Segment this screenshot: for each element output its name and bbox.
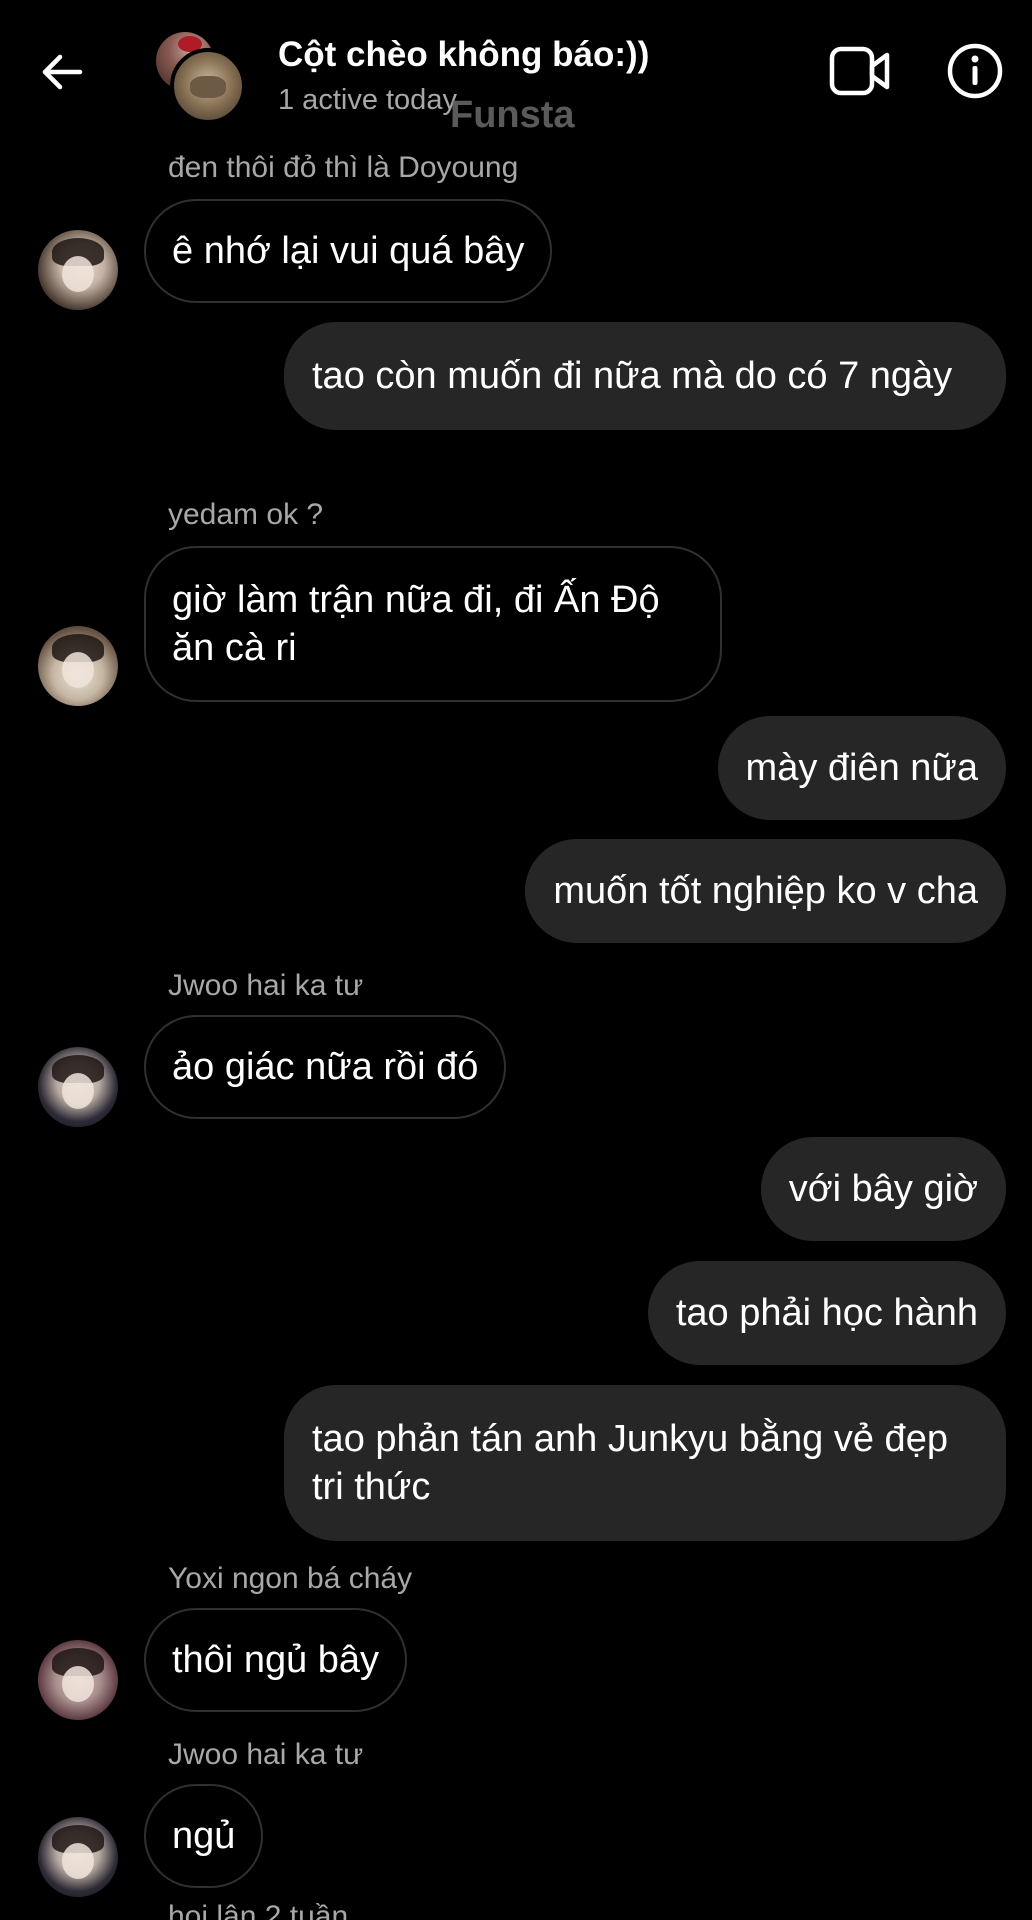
avatar[interactable] xyxy=(38,1047,118,1127)
active-status: 1 active today xyxy=(278,84,457,116)
message-bubble-incoming[interactable]: ngủ xyxy=(144,1784,264,1888)
info-icon xyxy=(947,43,1003,99)
avatar[interactable] xyxy=(38,230,118,310)
video-call-button[interactable] xyxy=(826,40,894,102)
chat-header: Cột chèo không báo:)) 1 active today Fun… xyxy=(0,0,1032,140)
avatar[interactable] xyxy=(38,1817,118,1897)
message-bubble-incoming[interactable]: ê nhớ lại vui quá bây xyxy=(144,199,553,303)
arrow-left-icon xyxy=(42,54,83,90)
sender-name: Yoxi ngon bá cháy xyxy=(168,1562,413,1595)
chat-title[interactable]: Cột chèo không báo:)) xyxy=(278,35,649,75)
message-bubble-outgoing[interactable]: tao phải học hành xyxy=(647,1261,1006,1365)
sender-name: yedam ok ? xyxy=(168,498,324,531)
back-button[interactable] xyxy=(30,40,94,104)
message-bubble-outgoing[interactable]: với bây giờ xyxy=(760,1137,1006,1241)
message-bubble-incoming[interactable]: thôi ngủ bây xyxy=(144,1608,408,1712)
message-bubble-outgoing[interactable]: tao còn muốn đi nữa mà do có 7 ngày xyxy=(284,322,1006,430)
avatar[interactable] xyxy=(38,1640,118,1720)
info-button[interactable] xyxy=(944,40,1006,102)
sender-name-partial: hoi lận 2 tuần xyxy=(168,1900,349,1920)
message-bubble-incoming[interactable]: ảo giác nữa rồi đó xyxy=(144,1015,507,1119)
watermark-label: Funsta xyxy=(450,94,575,136)
message-bubble-outgoing[interactable]: muốn tốt nghiệp ko v cha xyxy=(525,839,1006,943)
sender-name: Jwoo hai ka tư xyxy=(168,969,364,1002)
message-bubble-outgoing[interactable]: tao phản tán anh Junkyu bằng vẻ đẹp tri … xyxy=(284,1385,1006,1541)
sender-name: Jwoo hai ka tư xyxy=(168,1738,364,1771)
group-avatar[interactable] xyxy=(156,32,246,124)
message-bubble-incoming[interactable]: giờ làm trận nữa đi, đi Ấn Độ ăn cà ri xyxy=(144,546,722,702)
group-avatar-front xyxy=(170,48,246,124)
avatar[interactable] xyxy=(38,626,118,706)
video-camera-icon xyxy=(829,46,890,96)
sender-name: đen thôi đỏ thì là Doyoung xyxy=(168,151,519,184)
message-bubble-outgoing[interactable]: mày điên nữa xyxy=(717,716,1006,820)
